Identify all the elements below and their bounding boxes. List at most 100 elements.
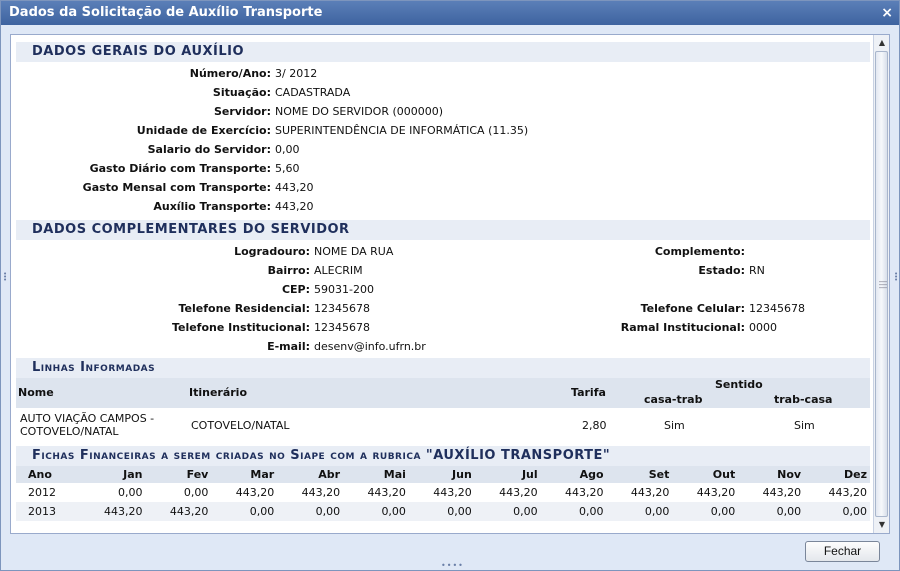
field-row: Gasto Diário com Transporte: 5,60: [16, 159, 870, 178]
table-row: AUTO VIAÇÃO CAMPOS - COTOVELO/NATAL COTO…: [16, 408, 870, 446]
resize-grip-bottom-icon[interactable]: ••••: [441, 561, 464, 570]
table-row: 2012 0,00 0,00 443,20 443,20 443,20 443,20 443,…: [16, 483, 870, 502]
content-scroll-area: DADOS GERAIS DO AUXÍLIO Número/Ano: 3/ 20…: [16, 40, 870, 521]
fichas-col-header: Dez: [804, 466, 870, 483]
dialog-title: Dados da Solicitação de Auxílio Transpor…: [9, 5, 323, 20]
col-header-trab-casa: trab-casa: [774, 393, 833, 406]
field-value: 3/ 2012: [275, 67, 318, 80]
fichas-table-header: Ano Jan Fev Mar Abr Mai Jun Jul Ago Set Out Nov Dez: [16, 466, 870, 483]
resize-grip-left-icon[interactable]: • • •: [3, 271, 7, 284]
fichas-cell: 443,20: [301, 486, 341, 499]
fichas-cell: 0,00: [474, 502, 541, 521]
field-row: Auxílio Transporte: 443,20: [16, 197, 870, 216]
fichas-cell: 443,20: [565, 486, 604, 499]
fichas-cell: 0,00: [183, 486, 209, 499]
scroll-down-icon[interactable]: ▼: [876, 519, 888, 531]
field-row: Situação: CADASTRADA: [16, 83, 870, 102]
col-header-nome: Nome: [18, 386, 54, 399]
fichas-cell: 0,00: [672, 502, 739, 521]
dialog-window: Dados da Solicitação de Auxílio Transpor…: [0, 0, 900, 571]
fichas-col-header: Nov: [738, 466, 805, 483]
scroll-up-icon[interactable]: ▲: [876, 37, 888, 49]
field-value: NOME DO SERVIDOR (000000): [275, 105, 444, 118]
fechar-button[interactable]: Fechar: [805, 541, 880, 562]
field-value: 0,00: [275, 143, 300, 156]
scrollbar-thumb[interactable]: ― ― ―: [875, 51, 888, 517]
col-header-sentido: Sentido: [715, 378, 763, 391]
section-title-fichas-financeiras: Fichas Financeiras a serem criadas no Si…: [16, 446, 870, 466]
fichas-cell: 443,20: [367, 486, 406, 499]
linha-casa-trab: Sim: [664, 419, 685, 432]
field-label: Auxílio Transporte:: [153, 200, 271, 213]
fichas-cell: 443,20: [145, 502, 212, 521]
field-label: Gasto Diário com Transporte:: [89, 162, 271, 175]
fichas-col-header: Abr: [277, 466, 344, 483]
field-label: Estado:: [698, 264, 745, 277]
field-label: Complemento:: [654, 245, 745, 258]
title-bar[interactable]: Dados da Solicitação de Auxílio Transpor…: [1, 1, 899, 25]
field-value: SUPERINTENDÊNCIA DE INFORMÁTICA (11.35): [275, 124, 529, 137]
field-label: Ramal Institucional:: [620, 321, 745, 334]
fichas-col-header: Ano: [16, 466, 80, 483]
fichas-cell: 0,00: [606, 502, 673, 521]
fichas-cell: 443,20: [499, 486, 538, 499]
field-label: E-mail:: [267, 340, 310, 353]
linha-nome: AUTO VIAÇÃO CAMPOS - COTOVELO/NATAL: [20, 412, 155, 438]
field-row: Número/Ano: 3/ 2012: [16, 64, 870, 83]
fichas-cell: 2013: [16, 502, 80, 521]
fichas-cell: 443,20: [235, 486, 275, 499]
field-row: Estado: RN: [16, 261, 870, 280]
fichas-cell: 0,00: [277, 502, 344, 521]
field-value: CADASTRADA: [275, 86, 351, 99]
fichas-cell: 443,20: [630, 486, 670, 499]
fichas-cell: 2012: [28, 486, 56, 499]
field-label: Número/Ano:: [189, 67, 271, 80]
field-row: Telefone Celular: 12345678: [16, 299, 870, 318]
fichas-col-header: Mai: [343, 466, 409, 483]
field-label: Salario do Servidor:: [147, 143, 271, 156]
fichas-col-header: Jul: [474, 466, 541, 483]
section-title-linhas-informadas: Linhas Informadas: [16, 358, 870, 378]
fichas-col-header: Fev: [145, 466, 212, 483]
vertical-scrollbar[interactable]: ▲ ― ― ― ▼: [873, 35, 889, 533]
col-header-casa-trab: casa-trab: [644, 393, 703, 406]
fichas-col-header: Out: [672, 466, 739, 483]
section-title-dados-gerais: DADOS GERAIS DO AUXÍLIO: [16, 42, 870, 62]
field-label: Servidor:: [213, 105, 271, 118]
close-icon[interactable]: ×: [881, 1, 893, 25]
fichas-cell: 0,00: [408, 502, 475, 521]
fichas-cell: 0,00: [343, 502, 409, 521]
col-header-itinerario: Itinerário: [189, 386, 248, 399]
col-header-tarifa: Tarifa: [571, 386, 606, 399]
field-value: 5,60: [275, 162, 300, 175]
field-value: desenv@info.ufrn.br: [314, 340, 426, 353]
fichas-table: Ano Jan Fev Mar Abr Mai Jun Jul Ago Set Out Nov Dez …: [16, 466, 870, 521]
field-row: Unidade de Exercício: SUPERINTENDÊNCIA DE…: [16, 121, 870, 140]
resize-grip-right-icon[interactable]: • • •: [894, 271, 898, 284]
field-value: RN: [749, 264, 765, 277]
field-row: Salario do Servidor: 0,00: [16, 140, 870, 159]
field-row: [16, 280, 870, 299]
fichas-cell: 0,00: [738, 502, 805, 521]
fichas-col-header: Mar: [211, 466, 278, 483]
dados-complementares-fields: Logradouro: NOME DA RUA Bairro: ALECRIM CEP:…: [16, 240, 870, 358]
section-title-dados-complementares: DADOS COMPLEMENTARES DO SERVIDOR: [16, 220, 870, 240]
table-row: 2013 443,20 443,20 0,00 0,00 0,00 0,00 0,00 0,00…: [16, 502, 870, 521]
fichas-cell: 443,20: [762, 486, 802, 499]
field-value: 12345678: [749, 302, 805, 315]
linha-tarifa: 2,80: [582, 419, 607, 432]
dialog-content: DADOS GERAIS DO AUXÍLIO Número/Ano: 3/ 20…: [10, 34, 890, 534]
field-label: Telefone Celular:: [640, 302, 745, 315]
scroll-grip-icon: ― ― ―: [879, 277, 887, 292]
field-label: Situação:: [212, 86, 271, 99]
fichas-cell: 0,00: [118, 486, 143, 499]
fichas-cell: 443,20: [696, 486, 736, 499]
fichas-cell: 0,00: [211, 502, 278, 521]
field-value: 443,20: [275, 181, 314, 194]
fichas-cell: 0,00: [540, 502, 607, 521]
fichas-table-body: 2012 0,00 0,00 443,20 443,20 443,20 443,20 443,…: [16, 483, 870, 521]
linha-trab-casa: Sim: [794, 419, 815, 432]
linhas-table-header: Nome Itinerário Tarifa Sentido casa-trab…: [16, 378, 870, 408]
fichas-col-header: Ago: [540, 466, 607, 483]
field-label: Gasto Mensal com Transporte:: [82, 181, 271, 194]
